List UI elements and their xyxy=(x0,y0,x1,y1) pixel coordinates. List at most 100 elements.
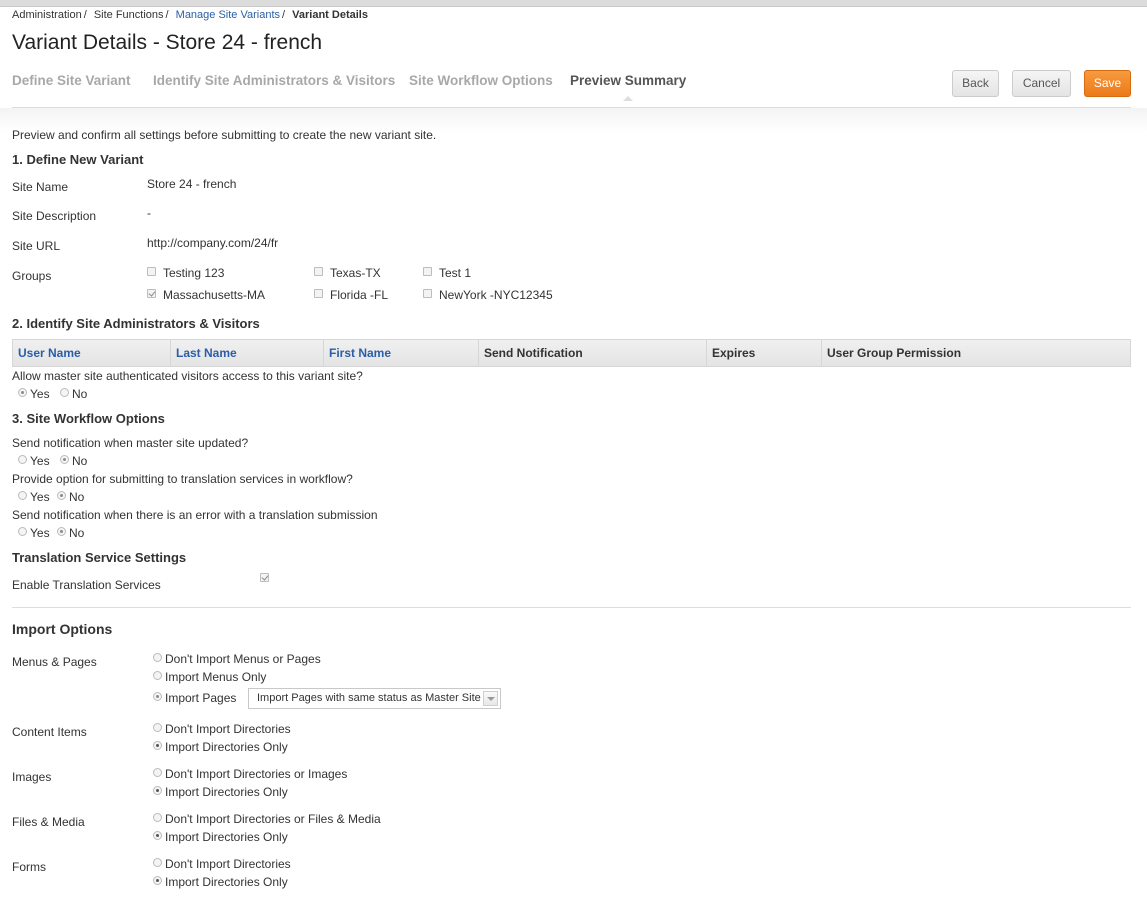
groups-label: Groups xyxy=(12,269,52,283)
import-pages-status-value: Import Pages with same status as Master … xyxy=(257,692,481,704)
column-expires: Expires xyxy=(707,340,822,366)
translation-error-yes-label: Yes xyxy=(30,526,50,540)
breadcrumb-manage-site-variants[interactable]: Manage Site Variants xyxy=(176,9,280,21)
translation-error-question: Send notification when there is an error… xyxy=(12,508,378,522)
tab-identify-admins-visitors[interactable]: Identify Site Administrators & Visitors xyxy=(153,73,395,88)
menus-pages-label: Menus & Pages xyxy=(12,655,97,669)
menus-import-menus-only-radio[interactable] xyxy=(153,671,162,680)
group-label-newyork-nyc12345: NewYork -NYC12345 xyxy=(439,288,553,302)
section-workflow-options-title: 3. Site Workflow Options xyxy=(12,411,165,426)
breadcrumb-current: Variant Details xyxy=(292,9,368,21)
top-bar xyxy=(0,0,1147,7)
allow-visitors-yes-label: Yes xyxy=(30,387,50,401)
files-import-directories-label: Import Directories Only xyxy=(165,830,288,844)
intro-text: Preview and confirm all settings before … xyxy=(12,128,437,142)
tab-define-site-variant[interactable]: Define Site Variant xyxy=(12,73,131,88)
allow-visitors-yes-radio[interactable] xyxy=(18,388,27,397)
files-dont-import-label: Don't Import Directories or Files & Medi… xyxy=(165,812,381,826)
menus-import-pages-radio[interactable] xyxy=(153,692,162,701)
column-user-name[interactable]: User Name xyxy=(13,340,171,366)
forms-import-directories-radio[interactable] xyxy=(153,876,162,885)
forms-label: Forms xyxy=(12,860,46,874)
group-label-testing-123: Testing 123 xyxy=(163,266,225,280)
allow-visitors-no-label: No xyxy=(72,387,88,401)
import-divider xyxy=(12,607,1131,608)
section-define-variant-title: 1. Define New Variant xyxy=(12,152,144,167)
site-description-label: Site Description xyxy=(12,209,97,223)
files-import-directories-radio[interactable] xyxy=(153,831,162,840)
menus-import-menus-only-label: Import Menus Only xyxy=(165,670,267,684)
forms-dont-import-label: Don't Import Directories xyxy=(165,857,291,871)
column-first-name[interactable]: First Name xyxy=(324,340,479,366)
enable-translation-label: Enable Translation Services xyxy=(12,578,161,592)
group-label-massachusetts-ma: Massachusetts-MA xyxy=(163,288,266,302)
translation-option-yes-radio[interactable] xyxy=(18,491,27,500)
site-name-value: Store 24 - french xyxy=(147,177,237,191)
chevron-down-icon[interactable] xyxy=(483,691,498,706)
images-import-directories-radio[interactable] xyxy=(153,786,162,795)
site-url-label: Site URL xyxy=(12,239,61,253)
notify-master-updated-question: Send notification when master site updat… xyxy=(12,436,249,450)
column-last-name[interactable]: Last Name xyxy=(171,340,324,366)
group-checkbox-newyork-nyc12345[interactable] xyxy=(423,289,432,298)
images-dont-import-radio[interactable] xyxy=(153,768,162,777)
translation-error-no-label: No xyxy=(69,526,85,540)
translation-option-question: Provide option for submitting to transla… xyxy=(12,472,353,486)
active-tab-indicator xyxy=(623,96,633,101)
files-dont-import-radio[interactable] xyxy=(153,813,162,822)
import-options-title: Import Options xyxy=(12,621,113,637)
images-dont-import-label: Don't Import Directories or Images xyxy=(165,767,348,781)
tab-site-workflow-options[interactable]: Site Workflow Options xyxy=(409,73,553,88)
column-user-group-permission: User Group Permission xyxy=(827,346,962,360)
page-title: Variant Details - Store 24 - french xyxy=(12,31,323,54)
translation-option-yes-label: Yes xyxy=(30,490,50,504)
translation-error-no-radio[interactable] xyxy=(57,527,66,536)
content-dont-import-label: Don't Import Directories xyxy=(165,722,291,736)
tab-preview-summary[interactable]: Preview Summary xyxy=(570,73,686,88)
save-button[interactable]: Save xyxy=(1084,70,1131,97)
images-label: Images xyxy=(12,770,52,784)
section-admins-visitors-title: 2. Identify Site Administrators & Visito… xyxy=(12,316,260,331)
notify-master-updated-no-label: No xyxy=(72,454,88,468)
notify-master-updated-no-radio[interactable] xyxy=(60,455,69,464)
users-grid-header: User Name Last Name First Name Send Noti… xyxy=(12,339,1131,367)
notify-master-updated-yes-label: Yes xyxy=(30,454,50,468)
forms-dont-import-radio[interactable] xyxy=(153,858,162,867)
content-dont-import-radio[interactable] xyxy=(153,723,162,732)
group-checkbox-texas-tx[interactable] xyxy=(314,267,323,276)
cancel-button[interactable]: Cancel xyxy=(1012,70,1071,97)
breadcrumb-administration[interactable]: Administration xyxy=(12,9,82,21)
site-description-value: - xyxy=(147,206,151,220)
menus-import-pages-label: Import Pages xyxy=(165,691,237,705)
content-import-directories-label: Import Directories Only xyxy=(165,740,288,754)
group-label-florida-fl: Florida -FL xyxy=(330,288,389,302)
group-checkbox-testing-123[interactable] xyxy=(147,267,156,276)
group-label-test-1: Test 1 xyxy=(439,266,472,280)
translation-option-no-radio[interactable] xyxy=(57,491,66,500)
files-media-label: Files & Media xyxy=(12,815,85,829)
breadcrumb-site-functions[interactable]: Site Functions xyxy=(94,9,164,21)
translation-error-yes-radio[interactable] xyxy=(18,527,27,536)
site-url-value: http://company.com/24/fr xyxy=(147,236,279,250)
back-button[interactable]: Back xyxy=(952,70,999,97)
content-items-label: Content Items xyxy=(12,725,87,739)
column-send-notification: Send Notification xyxy=(479,340,707,366)
allow-visitors-question: Allow master site authenticated visitors… xyxy=(12,369,363,383)
translation-settings-title: Translation Service Settings xyxy=(12,550,187,565)
group-checkbox-test-1[interactable] xyxy=(423,267,432,276)
breadcrumb: Administration / Site Functions / Manage S… xyxy=(12,9,368,21)
notify-master-updated-yes-radio[interactable] xyxy=(18,455,27,464)
allow-visitors-no-radio[interactable] xyxy=(60,388,69,397)
content-import-directories-radio[interactable] xyxy=(153,741,162,750)
enable-translation-checkbox[interactable] xyxy=(260,573,269,582)
group-label-texas-tx: Texas-TX xyxy=(330,266,381,280)
images-import-directories-label: Import Directories Only xyxy=(165,785,288,799)
menus-dont-import-label: Don't Import Menus or Pages xyxy=(165,652,321,666)
translation-option-no-label: No xyxy=(69,490,85,504)
menus-dont-import-radio[interactable] xyxy=(153,653,162,662)
group-checkbox-florida-fl[interactable] xyxy=(314,289,323,298)
site-name-label: Site Name xyxy=(12,180,69,194)
group-checkbox-massachusetts-ma[interactable] xyxy=(147,289,156,298)
forms-import-directories-label: Import Directories Only xyxy=(165,875,288,889)
import-pages-status-select[interactable]: Import Pages with same status as Master … xyxy=(248,688,501,709)
